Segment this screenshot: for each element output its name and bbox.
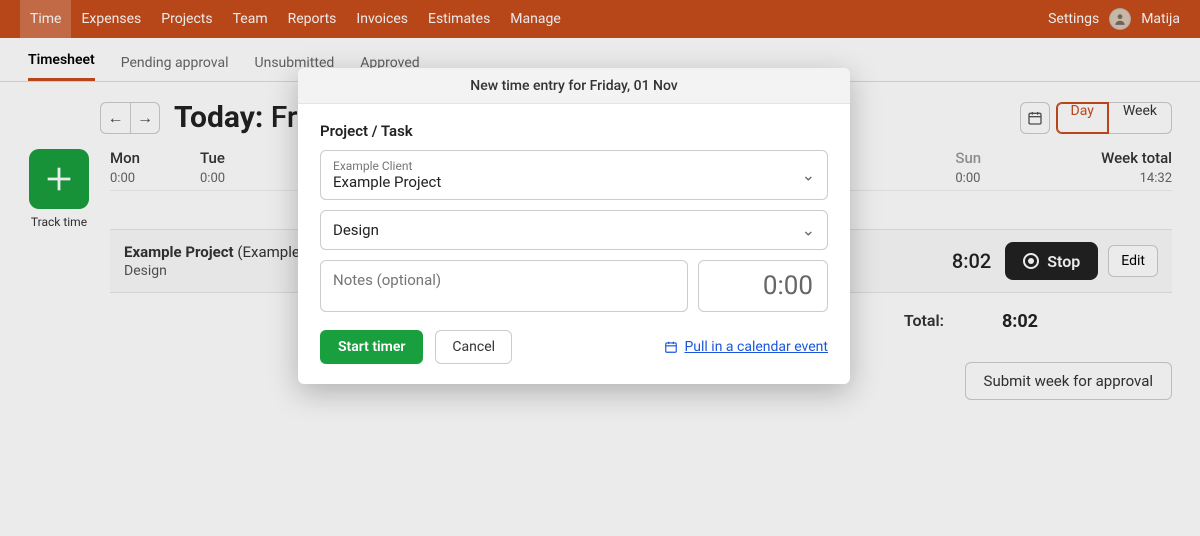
new-time-entry-modal: New time entry for Friday, 01 Nov Projec… — [298, 68, 850, 384]
project-task-label: Project / Task — [320, 122, 828, 140]
chevron-down-icon: ⌄ — [802, 221, 815, 240]
project-select-client: Example Client — [333, 159, 791, 173]
start-timer-button[interactable]: Start timer — [320, 330, 423, 364]
pull-calendar-link[interactable]: Pull in a calendar event — [664, 339, 828, 355]
calendar-icon — [664, 340, 678, 354]
duration-input-value: 0:00 — [763, 271, 813, 301]
task-select[interactable]: Design ⌄ — [320, 210, 828, 250]
notes-input-field[interactable] — [333, 271, 675, 289]
modal-title: New time entry for Friday, 01 Nov — [298, 68, 850, 104]
cancel-button[interactable]: Cancel — [435, 330, 512, 364]
task-select-value: Design — [333, 221, 791, 239]
pull-calendar-link-label: Pull in a calendar event — [684, 339, 828, 355]
chevron-down-icon: ⌄ — [802, 166, 815, 185]
notes-input[interactable] — [320, 260, 688, 312]
project-select-value: Example Project — [333, 173, 791, 191]
project-select[interactable]: Example Client Example Project ⌄ — [320, 150, 828, 200]
duration-input[interactable]: 0:00 — [698, 260, 828, 312]
